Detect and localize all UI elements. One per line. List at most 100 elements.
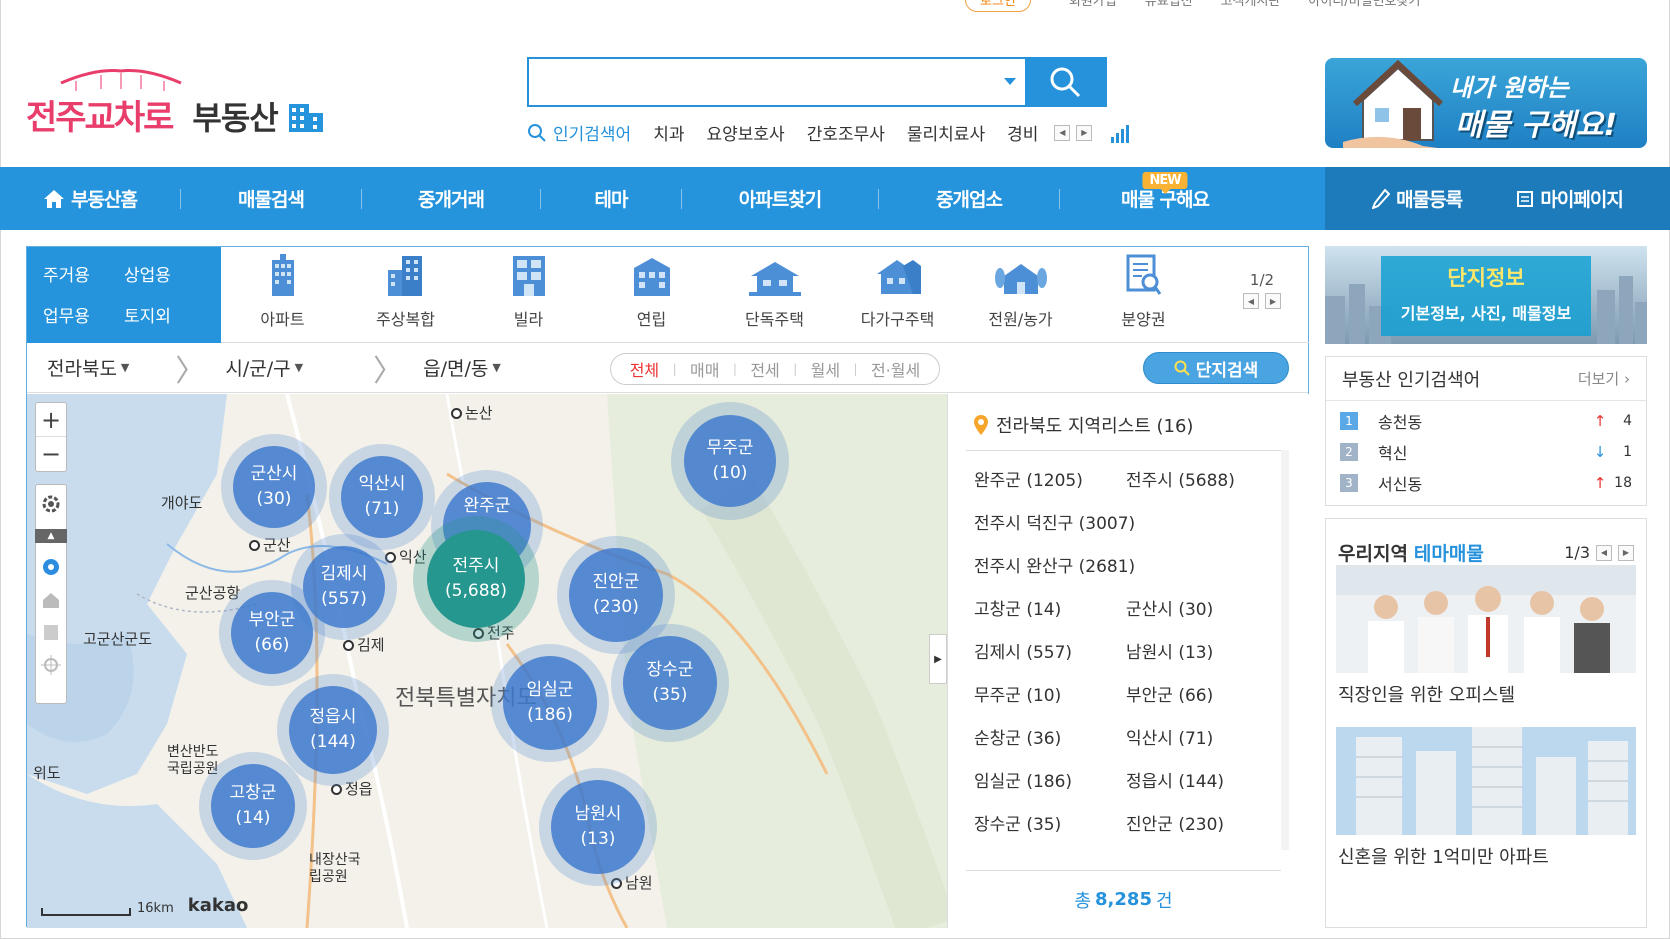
region-item[interactable]: 익산시 (71) (1126, 724, 1276, 749)
cluster-marker[interactable]: 정읍시 (144) (277, 674, 389, 786)
nav-brokerage[interactable]: 중개거래 (362, 185, 540, 212)
next-arrow-icon[interactable]: ▶ (1076, 124, 1093, 141)
cat-land[interactable]: 토지외 (124, 302, 205, 329)
cluster-marker[interactable]: 남원시 (13) (539, 768, 657, 886)
find-account-link[interactable]: 아이디/비밀번호찾기 (1308, 0, 1420, 12)
region-item[interactable]: 남원시 (13) (1126, 638, 1276, 663)
building-layer-icon[interactable] (42, 623, 60, 641)
keyword-link[interactable]: 물리치료사 (907, 120, 985, 145)
next-arrow-icon[interactable]: ▶ (1265, 293, 1281, 309)
region-item[interactable]: 고창군 (14) (974, 595, 1126, 620)
deal-sale[interactable]: 매매 (690, 357, 719, 381)
region-item[interactable]: 정읍시 (144) (1126, 767, 1276, 792)
type-presale[interactable]: 분양권 (1082, 247, 1205, 342)
type-mixed-use[interactable]: 주상복합 (344, 247, 467, 342)
settings-gear-icon[interactable] (40, 493, 62, 515)
nav-agencies[interactable]: 중개업소 (879, 185, 1059, 212)
ranking-chart-icon[interactable] (1110, 123, 1132, 143)
zoom-control: + − (35, 402, 67, 472)
complex-search-button[interactable]: 단지검색 (1143, 352, 1289, 384)
rank-number: 1 (1340, 411, 1358, 430)
city-select[interactable]: 시/군/구 ▼ (225, 354, 303, 381)
more-link[interactable]: 더보기 › (1578, 368, 1630, 389)
prev-arrow-icon[interactable]: ◀ (1243, 293, 1259, 309)
site-logo[interactable]: 전주교차로 부동산 (26, 68, 324, 139)
region-item[interactable]: 장수군 (35) (974, 810, 1126, 835)
login-link[interactable]: 로그인 (965, 0, 1031, 12)
region-item[interactable]: 김제시 (557) (974, 638, 1126, 663)
nav-theme[interactable]: 테마 (541, 185, 681, 212)
theme-card-image[interactable] (1336, 565, 1636, 673)
my-location-icon[interactable] (41, 557, 61, 577)
cluster-marker[interactable]: 전주시 (5,688) (413, 516, 539, 642)
type-multi-family[interactable]: 다가구주택 (836, 247, 959, 342)
cluster-marker[interactable]: 무주군 (10) (671, 402, 789, 520)
region-item[interactable]: 전주시 덕진구 (3007) (974, 509, 1276, 534)
search-dropdown-toggle[interactable] (995, 59, 1025, 105)
register-button[interactable]: 매물등록 (1372, 185, 1463, 212)
ranking-row[interactable]: 1 송천동 ↑ 4 (1326, 405, 1646, 436)
deal-all[interactable]: 전체 (630, 357, 659, 381)
cluster-marker[interactable]: 장수군 (35) (611, 624, 729, 742)
town-select[interactable]: 읍/면/동 ▼ (423, 354, 501, 381)
zoom-out-button[interactable]: − (36, 437, 66, 471)
mypage-button[interactable]: 마이페이지 (1516, 185, 1624, 212)
type-row-house[interactable]: 연립 (590, 247, 713, 342)
map-view[interactable]: + − ▲ 논산 군산 익산 김제 전주 정읍 남원 개야도 군산공항 고군산군… (27, 394, 947, 928)
panel-toggle-button[interactable]: ▶ (929, 634, 947, 684)
keyword-link[interactable]: 간호조무사 (807, 120, 885, 145)
region-item[interactable]: 부안군 (66) (1126, 681, 1276, 706)
complex-info-banner[interactable]: 단지정보 기본정보, 사진, 매물정보 (1325, 246, 1647, 344)
next-arrow-icon[interactable]: ▶ (1618, 544, 1634, 561)
ranking-row[interactable]: 2 혁신 ↓ 1 (1326, 436, 1646, 467)
cluster-marker[interactable]: 부안군 (66) (219, 580, 325, 686)
type-detached-house[interactable]: 단독주택 (713, 247, 836, 342)
search-input[interactable] (529, 59, 995, 105)
nav-search[interactable]: 매물검색 (181, 185, 361, 212)
cat-residential[interactable]: 주거용 (43, 261, 124, 288)
collapse-arrow-icon[interactable]: ▲ (35, 529, 67, 543)
paid-link[interactable]: 유료입전 (1145, 0, 1193, 12)
signup-link[interactable]: 회원가입 (1069, 0, 1117, 12)
keyword-link[interactable]: 경비 (1007, 120, 1038, 145)
board-link[interactable]: 고객게시판 (1221, 0, 1281, 12)
region-item[interactable]: 군산시 (30) (1126, 595, 1276, 620)
zoom-in-button[interactable]: + (36, 403, 66, 437)
keyword-link[interactable]: 요양보호사 (706, 120, 784, 145)
nav-home[interactable]: 부동산홈 (0, 185, 180, 212)
prev-arrow-icon[interactable]: ◀ (1054, 124, 1071, 141)
type-country-house[interactable]: 전원/농가 (959, 247, 1082, 342)
crosshair-icon[interactable] (41, 655, 61, 675)
region-item[interactable]: 순창군 (36) (974, 724, 1126, 749)
type-label: 전원/농가 (988, 310, 1053, 329)
deal-jeonse[interactable]: 전세 (750, 357, 779, 381)
theme-card-caption[interactable]: 신혼을 위한 1억미만 아파트 (1338, 843, 1549, 869)
nav-wanted[interactable]: NEW 매물 구해요 (1060, 172, 1270, 212)
cat-office[interactable]: 업무용 (43, 302, 124, 329)
region-item[interactable]: 임실군 (186) (974, 767, 1126, 792)
search-button[interactable] (1025, 59, 1105, 105)
region-item[interactable]: 무주군 (10) (974, 681, 1126, 706)
nav-apartment[interactable]: 아파트찾기 (682, 185, 878, 212)
house-layer-icon[interactable] (41, 591, 61, 609)
deal-monthly[interactable]: 월세 (811, 357, 840, 381)
type-apartment[interactable]: 아파트 (221, 247, 344, 342)
ranking-row[interactable]: 3 서신동 ↑ 18 (1326, 467, 1646, 498)
deal-mixed[interactable]: 전·월세 (871, 357, 920, 381)
region-item[interactable]: 전주시 완산구 (2681) (974, 552, 1276, 577)
theme-card-image[interactable] (1336, 727, 1636, 835)
province-select[interactable]: 전라북도 ▼ (47, 354, 129, 381)
scrollbar[interactable] (1281, 450, 1289, 850)
cluster-marker[interactable]: 군산시 (30) (221, 434, 327, 540)
region-item[interactable]: 전주시 (5688) (1126, 466, 1276, 491)
theme-card-caption[interactable]: 직장인을 위한 오피스텔 (1338, 681, 1515, 707)
type-villa[interactable]: 빌라 (467, 247, 590, 342)
wanted-banner[interactable]: 내가 원하는 매물 구해요! (1325, 58, 1647, 148)
cat-commercial[interactable]: 상업용 (124, 261, 205, 288)
region-item[interactable]: 완주군 (1205) (974, 466, 1126, 491)
keyword-link[interactable]: 치과 (653, 120, 684, 145)
cluster-marker[interactable]: 임실군 (186) (491, 644, 609, 762)
region-item[interactable]: 진안군 (230) (1126, 810, 1276, 835)
prev-arrow-icon[interactable]: ◀ (1596, 544, 1612, 561)
cluster-marker[interactable]: 고창군 (14) (199, 752, 307, 860)
